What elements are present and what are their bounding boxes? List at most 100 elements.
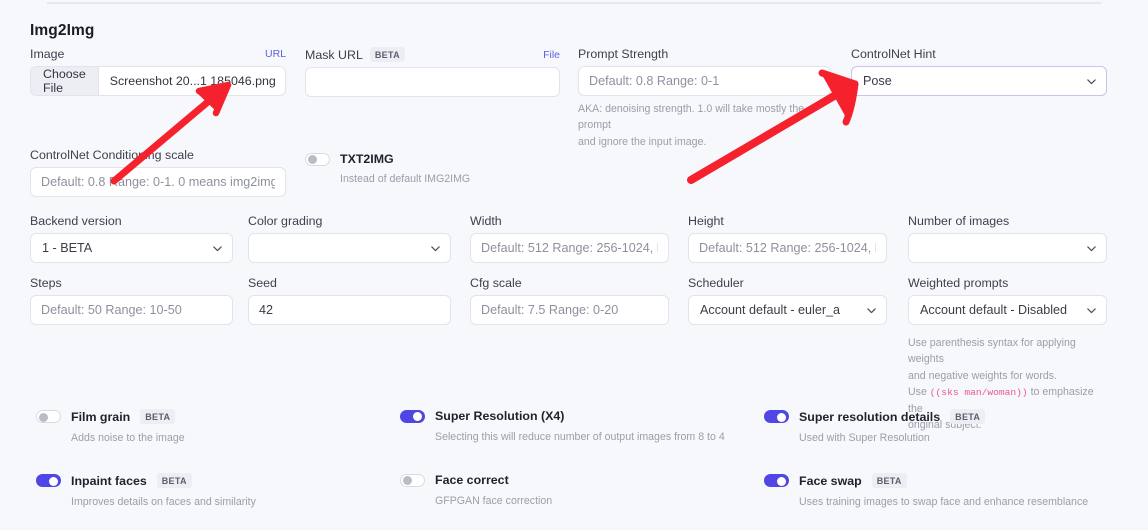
prompt-strength-input[interactable]: Default: 0.8 Range: 0-1 xyxy=(578,66,831,96)
image-url-link[interactable]: URL xyxy=(265,48,286,60)
toggle-label-film-grain: Film grain xyxy=(71,410,130,424)
feature-toggle-inpaint-faces: Inpaint faces BETA Improves details on fac… xyxy=(36,473,386,510)
beta-badge-super-resolution-details: BETA xyxy=(950,409,985,424)
input-width[interactable]: Default: 512 Range: 256-1024, M xyxy=(470,233,669,263)
toggle-row-super-resolution-x4[interactable]: Super Resolution (X4) xyxy=(400,409,750,423)
mask-url-field: Mask URL BETA File xyxy=(305,47,560,97)
input-value-seed: 42 xyxy=(259,303,273,317)
controlnet-hint-value: Pose xyxy=(863,74,892,88)
field-label-backend-version: Backend version xyxy=(30,214,233,228)
controlnet-scale-label: ControlNet Conditioning scale xyxy=(30,148,194,162)
toggle-row-film-grain[interactable]: Film grain BETA xyxy=(36,409,386,424)
beta-badge-face-swap: BETA xyxy=(872,473,907,488)
field-label-scheduler: Scheduler xyxy=(688,276,887,290)
weighted-prompts-help-line3-pre: Use xyxy=(908,386,930,398)
chevron-down-icon xyxy=(1086,305,1097,316)
toggle-row-face-correct[interactable]: Face correct xyxy=(400,473,750,487)
field-steps: Steps Default: 50 Range: 10-50 xyxy=(30,276,233,325)
image-field-label: Image xyxy=(30,47,64,61)
select-weighted-prompts[interactable]: Account default - Disabled xyxy=(908,295,1107,325)
toggle-help-super-resolution-details: Used with Super Resolution xyxy=(799,430,1114,446)
txt2img-toggle-row[interactable]: TXT2IMG xyxy=(305,152,560,166)
mask-url-input[interactable] xyxy=(305,67,560,97)
select-value-scheduler: Account default - euler_a xyxy=(700,303,840,317)
prompt-strength-label-row: Prompt Strength xyxy=(578,47,831,61)
field-label-height: Height xyxy=(688,214,887,228)
toggle-row-super-resolution-details[interactable]: Super resolution details BETA xyxy=(764,409,1114,424)
toggle-row-inpaint-faces[interactable]: Inpaint faces BETA xyxy=(36,473,386,488)
field-label-color-grading: Color grading xyxy=(248,214,451,228)
toggle-switch-film-grain[interactable] xyxy=(36,410,61,423)
field-color-grading: Color grading xyxy=(248,214,451,263)
controlnet-hint-label-row: ControlNet Hint xyxy=(851,47,1107,61)
prompt-strength-placeholder: Default: 0.8 Range: 0-1 xyxy=(589,74,719,88)
select-scheduler[interactable]: Account default - euler_a xyxy=(688,295,887,325)
feature-toggle-super-resolution-x4: Super Resolution (X4) Selecting this will… xyxy=(400,409,750,445)
toggle-switch-inpaint-faces[interactable] xyxy=(36,474,61,487)
txt2img-toggle-switch[interactable] xyxy=(305,153,330,166)
toggle-help-film-grain: Adds noise to the image xyxy=(71,430,386,446)
prompt-strength-help-line1: AKA: denoising strength. 1.0 will take m… xyxy=(578,101,831,134)
toggle-switch-super-resolution-x4[interactable] xyxy=(400,410,425,423)
chevron-down-icon xyxy=(1086,76,1097,87)
select-color-grading[interactable] xyxy=(248,233,451,263)
mask-url-label: Mask URL xyxy=(305,48,363,62)
image-field: Image URL Choose File Screenshot 20...1 … xyxy=(30,47,286,96)
image-file-picker[interactable]: Choose File Screenshot 20...1 185046.png xyxy=(30,66,286,96)
txt2img-toggle-field: TXT2IMG Instead of default IMG2IMG xyxy=(305,152,560,187)
weighted-prompts-help-line2: and negative weights for words. xyxy=(908,368,1108,384)
mask-url-beta-badge: BETA xyxy=(370,47,405,62)
select-value-weighted-prompts: Account default - Disabled xyxy=(920,303,1067,317)
field-label-weighted-prompts: Weighted prompts xyxy=(908,276,1107,290)
chevron-down-icon xyxy=(1086,243,1097,254)
toggle-label-inpaint-faces: Inpaint faces xyxy=(71,474,147,488)
controlnet-hint-field: ControlNet Hint Pose xyxy=(851,47,1107,96)
field-weighted-prompts: Weighted prompts Account default - Disabl… xyxy=(908,276,1107,325)
mask-url-file-link[interactable]: File xyxy=(543,49,560,61)
beta-badge-inpaint-faces: BETA xyxy=(157,473,192,488)
field-scheduler: Scheduler Account default - euler_a xyxy=(688,276,887,325)
controlnet-hint-select[interactable]: Pose xyxy=(851,66,1107,96)
field-height: Height Default: 512 Range: 256-1024, M xyxy=(688,214,887,263)
chevron-down-icon xyxy=(212,243,223,254)
input-cfg-scale[interactable]: Default: 7.5 Range: 0-20 xyxy=(470,295,669,325)
toggle-row-face-swap[interactable]: Face swap BETA xyxy=(764,473,1114,488)
input-height[interactable]: Default: 512 Range: 256-1024, M xyxy=(688,233,887,263)
field-label-seed: Seed xyxy=(248,276,451,290)
prompt-strength-label: Prompt Strength xyxy=(578,47,668,61)
toggle-label-face-swap: Face swap xyxy=(799,474,862,488)
controlnet-scale-placeholder: Default: 0.8 Range: 0-1. 0 means img2img xyxy=(41,175,275,189)
toggle-help-inpaint-faces: Improves details on faces and similarity xyxy=(71,494,386,510)
toggle-label-super-resolution-details: Super resolution details xyxy=(799,410,940,424)
controlnet-hint-label: ControlNet Hint xyxy=(851,47,936,61)
feature-toggle-film-grain: Film grain BETA Adds noise to the image xyxy=(36,409,386,446)
field-label-steps: Steps xyxy=(30,276,233,290)
prompt-strength-help-line2: and ignore the input image. xyxy=(578,134,831,150)
toggle-label-face-correct: Face correct xyxy=(435,473,509,487)
toggle-switch-face-correct[interactable] xyxy=(400,474,425,487)
select-backend-version[interactable]: 1 - BETA xyxy=(30,233,233,263)
field-label-cfg-scale: Cfg scale xyxy=(470,276,669,290)
field-number-of-images: Number of images xyxy=(908,214,1107,263)
input-placeholder-cfg-scale: Default: 7.5 Range: 0-20 xyxy=(481,303,618,317)
weighted-prompts-code-sample: ((sks man/woman)) xyxy=(930,387,1028,398)
page-title: Img2Img xyxy=(30,22,1118,40)
txt2img-toggle-label: TXT2IMG xyxy=(340,152,394,166)
input-steps[interactable]: Default: 50 Range: 10-50 xyxy=(30,295,233,325)
input-placeholder-steps: Default: 50 Range: 10-50 xyxy=(41,303,182,317)
prompt-strength-field: Prompt Strength Default: 0.8 Range: 0-1 … xyxy=(578,47,831,150)
feature-toggle-face-correct: Face correctGFPGAN face correction xyxy=(400,473,750,509)
beta-badge-film-grain: BETA xyxy=(140,409,175,424)
controlnet-scale-field: ControlNet Conditioning scale Default: 0… xyxy=(30,148,286,197)
controlnet-scale-input[interactable]: Default: 0.8 Range: 0-1. 0 means img2img xyxy=(30,167,286,197)
weighted-prompts-help-line1: Use parenthesis syntax for applying weig… xyxy=(908,335,1108,368)
chosen-file-name: Screenshot 20...1 185046.png xyxy=(99,67,286,95)
toggle-switch-face-swap[interactable] xyxy=(764,474,789,487)
toggle-switch-super-resolution-details[interactable] xyxy=(764,410,789,423)
input-seed[interactable]: 42 xyxy=(248,295,451,325)
select-number-of-images[interactable] xyxy=(908,233,1107,263)
toggle-help-super-resolution-x4: Selecting this will reduce number of out… xyxy=(435,429,750,445)
chevron-down-icon xyxy=(430,243,441,254)
chevron-down-icon xyxy=(866,305,877,316)
choose-file-button[interactable]: Choose File xyxy=(31,67,99,95)
